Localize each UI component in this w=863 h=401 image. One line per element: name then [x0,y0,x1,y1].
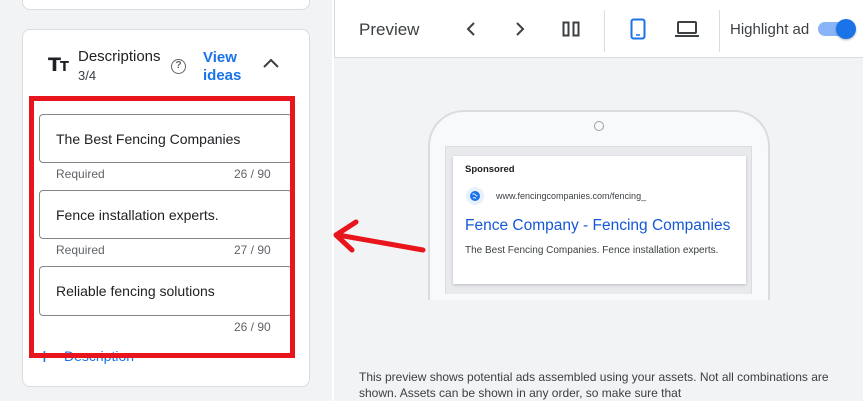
preview-disclaimer: This preview shows potential ads assembl… [359,370,829,400]
highlight-ad-label: Highlight ad [730,21,810,38]
globe-icon [466,187,484,205]
descriptions-title: Descriptions [78,48,161,65]
annotation-highlight-box [29,96,295,358]
view-ideas-link[interactable]: View ideas [203,49,253,85]
annotation-arrow-icon [333,219,426,253]
help-icon[interactable]: ? [171,59,186,74]
sponsored-label: Sponsored [465,164,515,175]
mobile-device-icon[interactable] [630,18,646,40]
ad-display-url: www.fencingcompanies.com/fencing_ [496,191,647,201]
chevron-up-icon[interactable] [261,56,281,70]
ad-headline[interactable]: Fence Company - Fencing Companies [465,217,730,235]
ad-description: The Best Fencing Companies. Fence instal… [465,245,719,256]
columns-view-icon[interactable] [562,21,580,37]
chevron-left-icon[interactable] [465,21,477,37]
toolbar-divider [604,10,605,52]
chevron-right-icon[interactable] [514,21,526,37]
toolbar-divider [719,10,720,52]
highlight-ad-toggle[interactable] [818,19,856,39]
phone-camera [594,121,604,131]
previous-section-card [22,0,310,10]
text-format-icon: TT [48,54,69,76]
descriptions-count: 3/4 [78,68,97,83]
toggle-knob [836,19,856,39]
laptop-device-icon[interactable] [675,20,699,38]
preview-title: Preview [359,20,420,39]
